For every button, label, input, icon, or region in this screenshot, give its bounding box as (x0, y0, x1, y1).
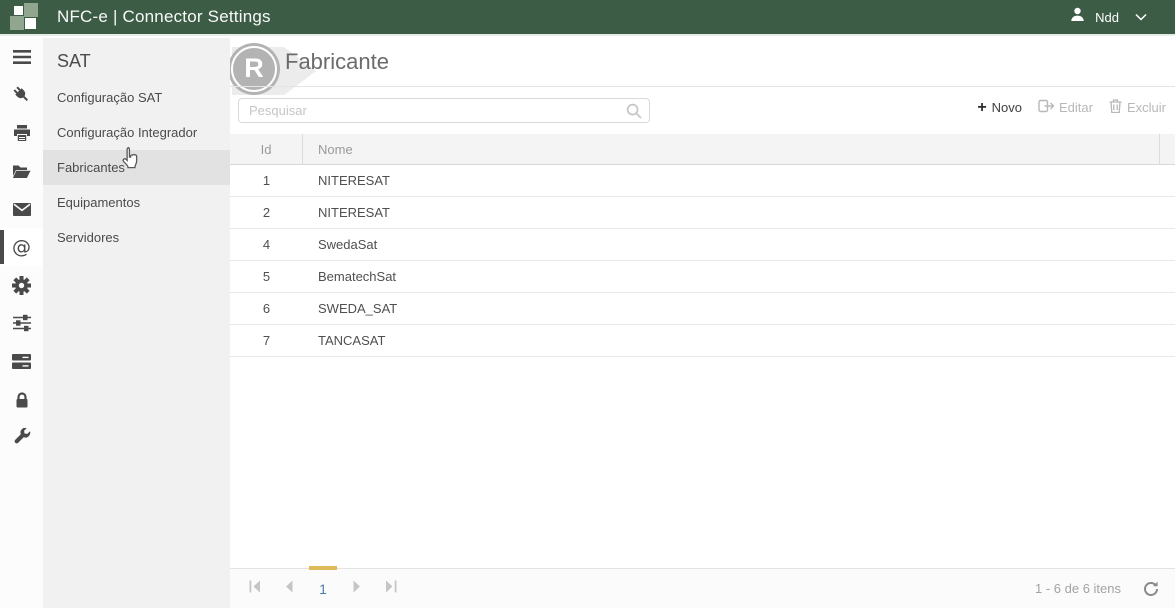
rail-item-connector[interactable] (0, 76, 43, 114)
rail-item-security[interactable] (0, 380, 43, 418)
sidebar-item-label: Fabricantes (57, 160, 125, 175)
sidebar-item-label: Equipamentos (57, 195, 140, 210)
scrollbar-spacer (1159, 134, 1175, 165)
plug-icon (12, 85, 32, 105)
column-header-id[interactable]: Id (230, 134, 303, 164)
rail-item-email-settings[interactable]: @ (0, 228, 43, 266)
sidebar-title: SAT (43, 38, 230, 80)
toolbar-buttons: + Novo Editar (977, 99, 1166, 116)
search-wrap (238, 98, 650, 123)
app-title: NFC-e | Connector Settings (57, 7, 271, 27)
pager-page-1[interactable]: 1 (306, 569, 340, 608)
column-header-nome[interactable]: Nome (303, 142, 353, 157)
rail-item-parameters[interactable] (0, 304, 43, 342)
current-page-number: 1 (319, 581, 327, 597)
sidebar-item-configuracao-sat[interactable]: Configuração SAT (43, 80, 230, 115)
cell-nome: TANCASAT (303, 333, 385, 348)
delete-button[interactable]: Excluir (1109, 99, 1166, 116)
page-title: Fabricante (285, 49, 389, 75)
table-row[interactable]: 2 NITERESAT (230, 197, 1175, 229)
cell-nome: SWEDA_SAT (303, 301, 397, 316)
chevron-down-icon (1135, 13, 1147, 21)
rail-item-settings[interactable] (0, 266, 43, 304)
menu-icon (13, 50, 31, 64)
rail-item-tools[interactable] (0, 418, 43, 456)
printer-icon (13, 125, 31, 142)
table-row[interactable]: 5 BematechSat (230, 261, 1175, 293)
cell-id: 7 (230, 333, 303, 348)
pager: 1 1 - 6 de 6 itens (230, 568, 1175, 608)
cell-nome: SwedaSat (303, 237, 377, 252)
mail-icon (13, 203, 31, 216)
cell-id: 5 (230, 269, 303, 284)
rail-item-printer[interactable] (0, 114, 43, 152)
cell-nome: BematechSat (303, 269, 396, 284)
user-icon (1070, 7, 1085, 27)
icon-rail: @ (0, 38, 43, 608)
search-input[interactable] (238, 98, 650, 123)
folder-open-icon (12, 164, 31, 179)
sidebar-sat: SAT Configuração SAT Configuração Integr… (43, 38, 230, 608)
user-menu[interactable]: Ndd (1070, 7, 1175, 27)
refresh-icon[interactable] (1143, 581, 1159, 597)
sidebar-item-label: Servidores (57, 230, 119, 245)
rail-item-mail[interactable] (0, 190, 43, 228)
app-logo-icon (9, 2, 43, 32)
server-icon (12, 353, 31, 370)
rail-item-menu[interactable] (0, 38, 43, 76)
delete-button-label: Excluir (1127, 100, 1166, 115)
pager-next-button[interactable] (340, 569, 374, 608)
cell-id: 2 (230, 205, 303, 220)
sidebar-item-configuracao-integrador[interactable]: Configuração Integrador (43, 115, 230, 150)
title-bar: Fabricante (230, 38, 1175, 87)
toolbar-row: + Novo Editar (230, 87, 1175, 134)
table-row[interactable]: 6 SWEDA_SAT (230, 293, 1175, 325)
rail-item-server[interactable] (0, 342, 43, 380)
edit-button[interactable]: Editar (1038, 99, 1093, 116)
trash-icon (1109, 99, 1122, 116)
new-button-label: Novo (992, 100, 1022, 115)
at-sign-icon: @ (12, 238, 31, 257)
cell-id: 1 (230, 173, 303, 188)
pager-last-button[interactable] (374, 569, 408, 608)
table-row[interactable]: 1 NITERESAT (230, 165, 1175, 197)
user-name: Ndd (1095, 10, 1119, 25)
search-icon[interactable] (626, 103, 642, 124)
wrench-icon (13, 428, 31, 446)
first-page-icon (249, 580, 261, 598)
plus-icon: + (977, 100, 986, 116)
pager-right: 1 - 6 de 6 itens (1035, 581, 1175, 597)
pager-first-button[interactable] (238, 569, 272, 608)
lock-icon (13, 391, 31, 408)
cell-id: 6 (230, 301, 303, 316)
pager-prev-button[interactable] (272, 569, 306, 608)
sidebar-item-label: Configuração SAT (57, 90, 162, 105)
table-row[interactable]: 4 SwedaSat (230, 229, 1175, 261)
pager-summary: 1 - 6 de 6 itens (1035, 581, 1121, 596)
cell-nome: NITERESAT (303, 173, 390, 188)
main-content: R Fabricante + Novo (230, 38, 1175, 608)
sidebar-item-label: Configuração Integrador (57, 125, 197, 140)
sliders-icon (13, 314, 31, 332)
edit-icon (1038, 99, 1054, 116)
rail-item-files[interactable] (0, 152, 43, 190)
fabricantes-grid: Id Nome 1 NITERESAT 2 NITERESAT 4 SwedaS… (230, 134, 1175, 357)
grid-header: Id Nome (230, 134, 1175, 165)
prev-page-icon (285, 580, 293, 598)
last-page-icon (385, 580, 397, 598)
cell-nome: NITERESAT (303, 205, 390, 220)
gear-icon (12, 276, 31, 295)
new-button[interactable]: + Novo (977, 100, 1022, 116)
cell-id: 4 (230, 237, 303, 252)
next-page-icon (353, 580, 361, 598)
app-header: NFC-e | Connector Settings Ndd (0, 0, 1175, 36)
table-row[interactable]: 7 TANCASAT (230, 325, 1175, 357)
sidebar-item-equipamentos[interactable]: Equipamentos (43, 185, 230, 220)
sidebar-item-fabricantes[interactable]: Fabricantes (43, 150, 230, 185)
sidebar-item-servidores[interactable]: Servidores (43, 220, 230, 255)
edit-button-label: Editar (1059, 100, 1093, 115)
